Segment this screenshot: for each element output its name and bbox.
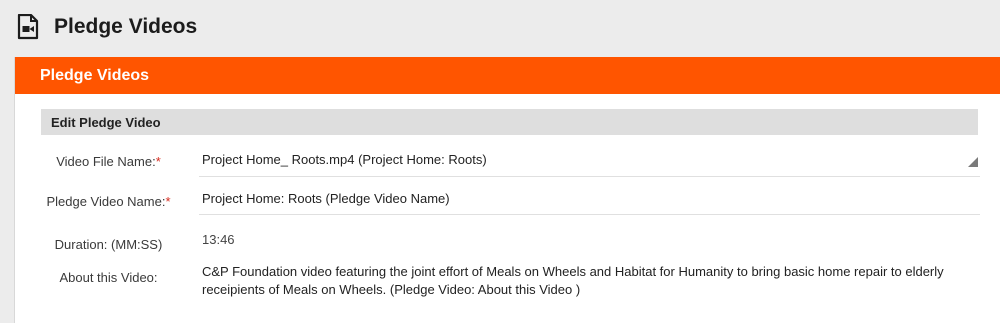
duration-label: Duration: (MM:SS) <box>54 237 163 252</box>
duration-value: 13:46 <box>202 232 235 247</box>
pledge-video-name-label-text: Pledge Video Name: <box>46 194 166 209</box>
section-header: Edit Pledge Video <box>41 109 978 135</box>
pledge-video-name-label: Pledge Video Name:* <box>26 194 191 209</box>
about-label: About this Video: <box>59 270 158 285</box>
video-file-name-label: Video File Name:* <box>26 154 191 169</box>
dropdown-caret-icon[interactable] <box>968 157 978 167</box>
divider <box>199 176 980 177</box>
page-title: Pledge Videos <box>54 15 198 38</box>
required-mark: * <box>155 154 161 169</box>
pledge-videos-panel: Pledge Videos Edit Pledge Video Video Fi… <box>14 57 1000 323</box>
section-title: Edit Pledge Video <box>51 115 161 130</box>
divider <box>199 214 980 215</box>
video-file-icon <box>17 14 39 40</box>
required-mark: * <box>165 194 171 209</box>
panel-title: Pledge Videos <box>40 67 150 84</box>
page-header: Pledge Videos <box>0 0 1000 57</box>
video-file-name-label-text: Video File Name: <box>56 154 156 169</box>
pledge-video-name-input[interactable]: Project Home: Roots (Pledge Video Name) <box>202 191 962 206</box>
video-file-select[interactable]: Project Home_ Roots.mp4 (Project Home: R… <box>202 152 962 167</box>
about-textarea[interactable]: C&P Foundation video featuring the joint… <box>202 263 972 299</box>
panel-header: Pledge Videos <box>15 57 1000 94</box>
